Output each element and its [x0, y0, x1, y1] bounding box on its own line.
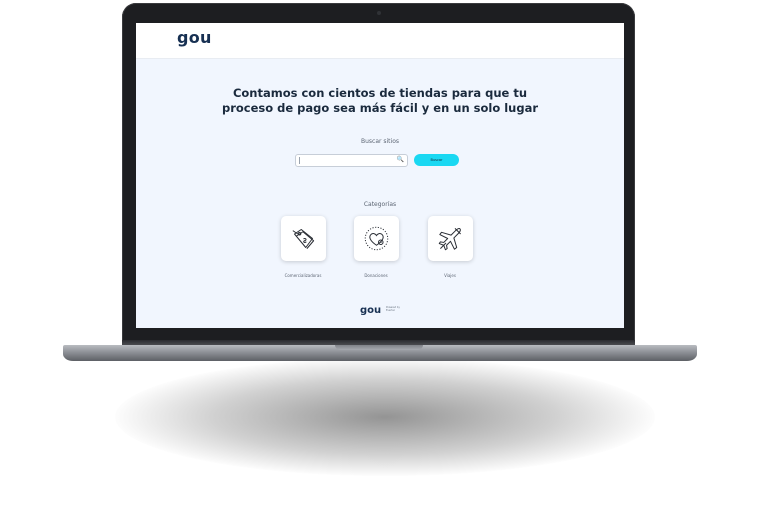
- page-headline: Contamos con cientos de tiendas para que…: [200, 86, 560, 116]
- headline-line-2: proceso de pago sea más fácil y en un so…: [221, 101, 539, 115]
- search-label: Buscar sitios: [360, 138, 399, 145]
- heart-donation-icon: [364, 226, 389, 251]
- laptop-screen: gou Contamos con cientos de tiendas para…: [136, 23, 624, 328]
- category-card-viajes[interactable]: [428, 216, 473, 261]
- laptop-notch: [335, 345, 423, 350]
- price-tag-icon: [292, 228, 315, 249]
- search-button[interactable]: Buscar: [414, 154, 459, 166]
- webcam: [377, 11, 381, 15]
- category-card-comercializadoras[interactable]: [281, 216, 326, 261]
- category-label-viajes: Viajes: [444, 273, 456, 278]
- category-label-comercializadoras: Comercializadoras: [284, 273, 322, 278]
- text-caret: [299, 157, 300, 164]
- category-card-donaciones[interactable]: [354, 216, 399, 261]
- category-label-donaciones: Donaciones: [364, 273, 388, 278]
- airplane-icon: [438, 228, 461, 251]
- footer-gou-logo: gou: [360, 305, 382, 316]
- gou-logo[interactable]: gou: [177, 28, 212, 47]
- search-input[interactable]: 🔍: [295, 154, 408, 167]
- headline-line-1: Contamos con cientos de tiendas para que…: [232, 86, 528, 100]
- laptop-shadow: [115, 358, 655, 476]
- top-bar: gou: [136, 23, 624, 59]
- search-icon[interactable]: 🔍: [397, 156, 404, 163]
- footer-powered-by: Powered by Evertec: [386, 306, 400, 312]
- categories-title: Categorías: [363, 201, 397, 208]
